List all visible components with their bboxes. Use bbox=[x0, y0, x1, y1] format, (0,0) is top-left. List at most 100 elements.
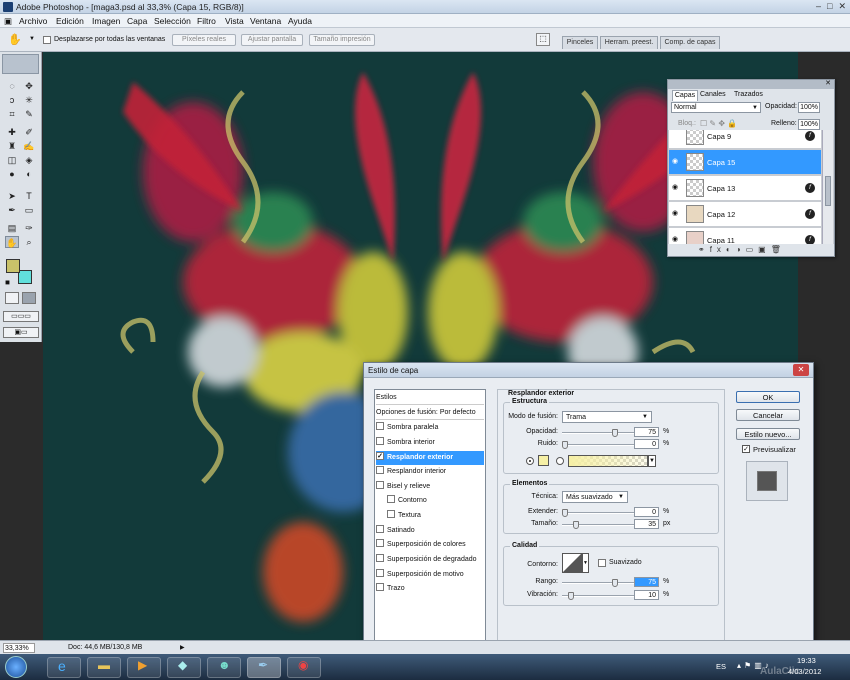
style-checkbox[interactable] bbox=[376, 554, 384, 563]
type-tool-icon[interactable]: T bbox=[22, 190, 36, 202]
range-input[interactable]: 75 bbox=[634, 577, 659, 587]
menu-ventana[interactable]: Ventana bbox=[250, 16, 281, 26]
foreground-color-swatch[interactable] bbox=[6, 259, 20, 273]
slice-tool-icon[interactable]: ✎ bbox=[22, 108, 36, 120]
ie-taskbar-icon[interactable]: e bbox=[47, 657, 81, 678]
dialog-close-icon[interactable]: ✕ bbox=[793, 364, 809, 376]
layer-row[interactable]: ◉ Capa 13 f bbox=[669, 176, 821, 201]
clock-time[interactable]: 19:33 bbox=[797, 656, 816, 665]
scroll-all-checkbox[interactable] bbox=[43, 36, 51, 44]
fx-icon[interactable]: f bbox=[805, 131, 815, 141]
eye-icon[interactable]: ◉ bbox=[672, 236, 682, 243]
tab-capas[interactable]: Capas bbox=[672, 90, 698, 101]
slider-knob[interactable] bbox=[573, 521, 579, 529]
menu-seleccion[interactable]: Selección bbox=[154, 16, 191, 26]
lock-icons[interactable]: ☐ ✎ ✥ 🔒 bbox=[700, 119, 737, 128]
fill-input[interactable]: 100% bbox=[798, 119, 820, 130]
spread-slider[interactable] bbox=[562, 509, 642, 517]
brush-tool-icon[interactable]: ✐ bbox=[22, 126, 36, 138]
tab-pinceles[interactable]: Pinceles bbox=[562, 36, 598, 49]
paint-bucket-tool-icon[interactable]: ◈ bbox=[22, 154, 36, 166]
style-checkbox[interactable] bbox=[387, 510, 395, 519]
explorer-taskbar-icon[interactable]: ▬ bbox=[87, 657, 121, 678]
slider-knob[interactable] bbox=[568, 592, 574, 600]
slider-knob[interactable] bbox=[612, 579, 618, 587]
background-color-swatch[interactable] bbox=[18, 270, 32, 284]
eyedropper-tool-icon[interactable]: ✑ bbox=[22, 222, 36, 234]
style-checkbox[interactable] bbox=[376, 437, 384, 446]
dialog-title-bar[interactable]: Estilo de capa ✕ bbox=[364, 363, 813, 378]
style-checkbox[interactable] bbox=[376, 539, 384, 548]
style-item[interactable]: Trazo bbox=[376, 582, 484, 596]
cancel-button[interactable]: Cancelar bbox=[736, 409, 800, 421]
photoshop-taskbar-icon[interactable]: ✒ bbox=[247, 657, 281, 678]
style-item[interactable]: Sombra interior bbox=[376, 436, 484, 450]
style-checkbox-checked[interactable]: ✓ bbox=[376, 452, 384, 461]
magic-wand-tool-icon[interactable]: ✳ bbox=[22, 94, 36, 106]
style-checkbox[interactable] bbox=[387, 495, 395, 504]
color-radio[interactable] bbox=[526, 457, 534, 465]
layer-row-selected[interactable]: ◉ Capa 15 bbox=[669, 150, 821, 175]
noise-input[interactable]: 0 bbox=[634, 439, 659, 449]
style-item[interactable]: Resplandor interior bbox=[376, 465, 484, 479]
opacity-slider[interactable] bbox=[562, 429, 642, 437]
noise-slider[interactable] bbox=[562, 441, 642, 449]
style-item[interactable]: Superposición de degradado bbox=[376, 553, 484, 567]
tab-comp-capas[interactable]: Comp. de capas bbox=[660, 36, 720, 49]
technique-select[interactable]: Más suavizado ▼ bbox=[562, 491, 628, 503]
quick-mask-icon[interactable] bbox=[22, 292, 36, 304]
slider-knob[interactable] bbox=[612, 429, 618, 437]
eye-icon[interactable]: ◉ bbox=[672, 158, 682, 165]
zoom-tool-icon[interactable]: ⌕ bbox=[22, 236, 36, 248]
hand-tool-button-icon[interactable]: ✋ bbox=[5, 236, 19, 248]
layer-row[interactable]: Capa 9 f bbox=[669, 130, 821, 149]
healing-brush-tool-icon[interactable]: ✚ bbox=[5, 126, 19, 138]
print-size-button[interactable]: Tamaño impresión bbox=[309, 34, 375, 46]
hand-tool-icon[interactable]: ✋ bbox=[8, 33, 22, 46]
slider-knob[interactable] bbox=[562, 509, 568, 517]
notes-tool-icon[interactable]: ▤ bbox=[5, 222, 19, 234]
jump-to-imageready-icon[interactable]: ▣▭ bbox=[3, 327, 39, 338]
style-item[interactable]: Bisel y relieve bbox=[376, 480, 484, 494]
style-item[interactable]: Textura bbox=[376, 509, 484, 523]
smooth-checkbox[interactable] bbox=[598, 559, 606, 567]
eye-icon[interactable] bbox=[672, 132, 682, 139]
minimize-button[interactable]: – bbox=[816, 1, 821, 12]
fx-icon[interactable]: f bbox=[805, 209, 815, 219]
pixels-button[interactable]: Píxeles reales bbox=[172, 34, 236, 46]
style-checkbox[interactable] bbox=[376, 583, 384, 592]
glow-blend-mode-select[interactable]: Trama ▼ bbox=[562, 411, 652, 423]
layers-footer-icons[interactable]: ⚭fx◐◑▭▣🗑 bbox=[698, 245, 786, 254]
app-taskbar-icon[interactable]: ◆ bbox=[167, 657, 201, 678]
language-indicator[interactable]: ES bbox=[716, 662, 726, 671]
blur-tool-icon[interactable]: ● bbox=[5, 168, 19, 180]
default-colors-icon[interactable]: ◼ bbox=[5, 279, 10, 286]
layers-panel-header[interactable]: ✕ bbox=[668, 80, 834, 89]
menu-edicion[interactable]: Edición bbox=[56, 16, 84, 26]
style-item-selected[interactable]: ✓ Resplandor exterior bbox=[376, 451, 484, 465]
clone-stamp-tool-icon[interactable]: ♜ bbox=[5, 140, 19, 152]
menu-filtro[interactable]: Filtro bbox=[197, 16, 216, 26]
glow-color-swatch[interactable] bbox=[538, 455, 549, 466]
maximize-button[interactable]: □ bbox=[827, 1, 832, 12]
menu-vista[interactable]: Vista bbox=[225, 16, 244, 26]
new-style-button[interactable]: Estilo nuevo... bbox=[736, 428, 800, 440]
zoom-input[interactable]: 33,33% bbox=[3, 643, 35, 653]
style-checkbox[interactable] bbox=[376, 466, 384, 475]
slider-knob[interactable] bbox=[562, 441, 568, 449]
style-checkbox[interactable] bbox=[376, 525, 384, 534]
screen-mode-icons[interactable]: ▭▭▭ bbox=[3, 311, 39, 322]
tool-preset-dropdown-icon[interactable]: ▼ bbox=[29, 36, 35, 42]
style-item[interactable]: Contorno bbox=[376, 494, 484, 508]
start-button[interactable] bbox=[5, 656, 27, 678]
eraser-tool-icon[interactable]: ◫ bbox=[5, 154, 19, 166]
media-player-taskbar-icon[interactable]: ▶ bbox=[127, 657, 161, 678]
history-brush-tool-icon[interactable]: ✍ bbox=[22, 140, 36, 152]
contour-picker[interactable] bbox=[562, 553, 582, 573]
blend-mode-select[interactable]: Normal ▼ bbox=[671, 102, 761, 113]
path-selection-tool-icon[interactable]: ➤ bbox=[5, 190, 19, 202]
panel-close-icon[interactable]: ✕ bbox=[825, 79, 831, 87]
layers-scrollbar[interactable] bbox=[822, 130, 833, 244]
style-item[interactable]: Superposición de colores bbox=[376, 538, 484, 552]
pen-tool-icon[interactable]: ✒ bbox=[5, 204, 19, 216]
